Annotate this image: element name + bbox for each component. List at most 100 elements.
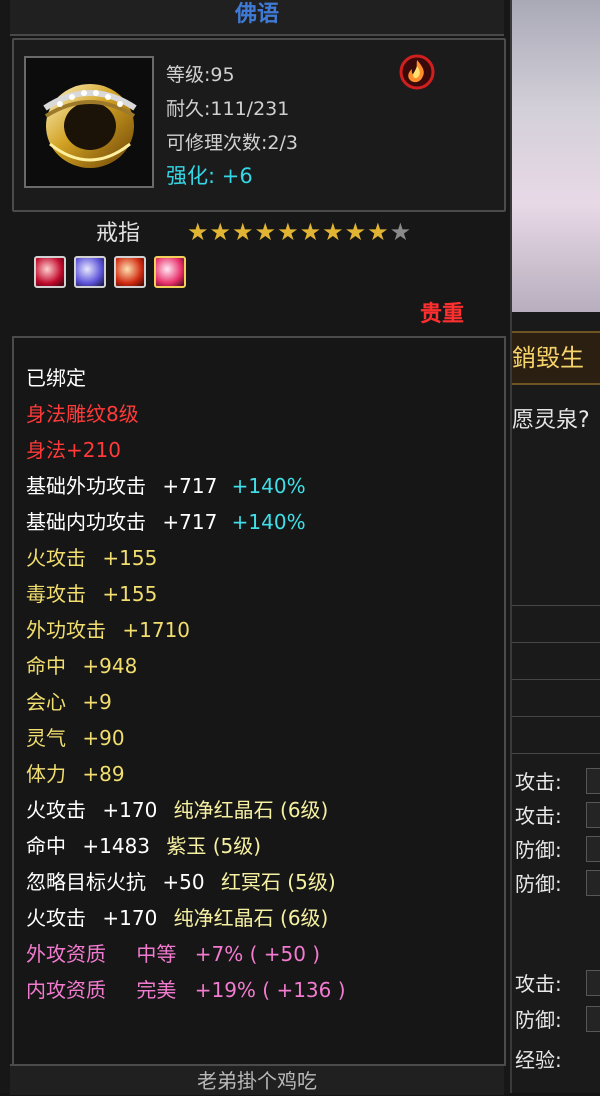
- attr-value: +717: [162, 510, 218, 534]
- item-repair-count: 可修理次数:2/3: [166, 132, 298, 154]
- background-game-ui: 銷毀生 愿灵泉? 攻击: 攻击: 防御: 防御: 攻击: 防御: 经验:: [512, 0, 600, 1093]
- right-slot-3[interactable]: [586, 836, 600, 862]
- external-aptitude: 外攻资质 中等 +7% ( +50 ): [26, 938, 320, 967]
- socket-attr-1: 火攻击 +170 纯净红晶石 (6级): [26, 794, 328, 823]
- base-external-attack: 基础外功攻击 +717 +140%: [26, 470, 306, 499]
- attr-label: 火攻击: [26, 906, 86, 930]
- attr-percent: +140%: [231, 510, 306, 534]
- right-attack-label-3: 攻击:: [515, 972, 562, 996]
- item-tooltip: 佛语 等级:95 耐久:111/231 可修理次数:2/3 强化: +6 戒指 …: [0, 0, 512, 1095]
- attr-value: +717: [162, 474, 218, 498]
- attr-value: +170: [102, 798, 158, 822]
- attr-value: +9: [82, 690, 112, 714]
- attr-value: +89: [82, 762, 125, 786]
- attr-label: 毒攻击: [26, 582, 86, 606]
- attribute-panel: 已绑定 身法雕纹8级 身法+210 基础外功攻击 +717 +140% 基础内功…: [12, 336, 506, 1066]
- attr-value: +1710: [122, 618, 191, 642]
- attr-label: 火攻击: [26, 798, 86, 822]
- right-row-3: [512, 649, 600, 680]
- gem-name: 纯净红晶石 (6级): [173, 798, 329, 822]
- socket-attr-3: 忽略目标火抗 +50 红冥石 (5级): [26, 866, 336, 895]
- attr-value: +1483: [82, 834, 151, 858]
- item-enhance-value: +6: [221, 164, 253, 188]
- engraving-attr: 身法雕纹8级: [26, 402, 139, 426]
- attr-label: 忽略目标火抗: [26, 870, 146, 894]
- attr-value: 完美: [136, 978, 177, 1002]
- gem-name: 纯净红晶石 (6级): [173, 906, 329, 930]
- stamina: 体力 +89: [26, 758, 125, 787]
- item-enhance-label: 强化:: [166, 164, 216, 188]
- right-defense-label-2: 防御:: [515, 872, 562, 896]
- right-row-2: [512, 612, 600, 643]
- gem-name: 红冥石 (5级): [220, 870, 336, 894]
- attr-value: +155: [102, 582, 158, 606]
- socket-attr-2: 命中 +1483 紫玉 (5级): [26, 830, 261, 859]
- star-filled-group: ★★★★★★★★★: [187, 218, 390, 246]
- fire-badge-icon: [399, 54, 435, 90]
- attr-label: 火攻击: [26, 546, 86, 570]
- socket-attr-4: 火攻击 +170 纯净红晶石 (6级): [26, 902, 328, 931]
- right-row-5: [512, 723, 600, 754]
- attr-label: 外攻资质: [26, 942, 106, 966]
- attr-label: 基础外功攻击: [26, 474, 146, 498]
- right-slot-2[interactable]: [586, 802, 600, 828]
- attr-extra: +19% ( +136 ): [194, 978, 346, 1002]
- purple-gem-icon: [74, 256, 106, 288]
- external-attack: 外功攻击 +1710: [26, 614, 190, 643]
- attr-label: 基础内功攻击: [26, 510, 146, 534]
- right-attack-label-2: 攻击:: [515, 804, 562, 828]
- bottom-status: 老弟掛个鸡吃: [10, 1064, 504, 1095]
- attr-value: +155: [102, 546, 158, 570]
- right-slot-1[interactable]: [586, 768, 600, 794]
- right-attack-label-1: 攻击:: [515, 770, 562, 794]
- item-stars: ★★★★★★★★★★: [187, 218, 412, 246]
- attr-value: +50: [162, 870, 205, 894]
- item-enhance: 强化: +6: [166, 160, 253, 190]
- right-defense-label-1: 防御:: [515, 838, 562, 862]
- agility-attr: 身法+210: [26, 438, 121, 462]
- attr-value: 中等: [136, 942, 177, 966]
- attr-label: 会心: [26, 690, 66, 714]
- attr-percent: +140%: [231, 474, 306, 498]
- fire-attack: 火攻击 +155: [26, 542, 157, 571]
- right-slot-6[interactable]: [586, 1006, 600, 1032]
- poison-attack: 毒攻击 +155: [26, 578, 157, 607]
- scene-view: [512, 0, 600, 312]
- pink-gem-icon: [154, 256, 186, 288]
- fire-gem-icon: [114, 256, 146, 288]
- item-durability: 耐久:111/231: [166, 98, 290, 120]
- item-summary-panel: 等级:95 耐久:111/231 可修理次数:2/3 强化: +6: [12, 38, 506, 212]
- attr-label: 命中: [26, 834, 66, 858]
- bound-status: 已绑定: [26, 366, 86, 390]
- right-row-4: [512, 686, 600, 717]
- right-exp-label: 经验:: [515, 1048, 562, 1072]
- attr-label: 命中: [26, 654, 66, 678]
- ring-icon: [24, 56, 154, 188]
- spirit: 灵气 +90: [26, 722, 125, 751]
- attr-extra: +7% ( +50 ): [194, 942, 321, 966]
- internal-aptitude: 内攻资质 完美 +19% ( +136 ): [26, 974, 346, 1003]
- base-internal-attack: 基础内功攻击 +717 +140%: [26, 506, 306, 535]
- attr-label: 内攻资质: [26, 978, 106, 1002]
- critical: 会心 +9: [26, 686, 112, 715]
- right-banner: 銷毀生: [512, 331, 600, 385]
- hit: 命中 +948: [26, 650, 137, 679]
- gem-name: 紫玉 (5级): [166, 834, 262, 858]
- right-row-1: [512, 575, 600, 606]
- item-name: 佛语: [10, 0, 504, 36]
- item-rarity: 贵重: [420, 302, 465, 327]
- right-dialog-text: 愿灵泉?: [512, 408, 590, 433]
- attr-label: 外功攻击: [26, 618, 106, 642]
- attr-value: +90: [82, 726, 125, 750]
- item-type: 戒指: [96, 221, 141, 246]
- attr-value: +948: [82, 654, 138, 678]
- right-slot-4[interactable]: [586, 870, 600, 896]
- red-gem-icon: [34, 256, 66, 288]
- right-slot-5[interactable]: [586, 970, 600, 996]
- right-defense-label-3: 防御:: [515, 1008, 562, 1032]
- item-level: 等级:95: [166, 64, 235, 86]
- attr-label: 灵气: [26, 726, 66, 750]
- attr-value: +170: [102, 906, 158, 930]
- attr-label: 体力: [26, 762, 66, 786]
- star-empty: ★: [389, 218, 413, 246]
